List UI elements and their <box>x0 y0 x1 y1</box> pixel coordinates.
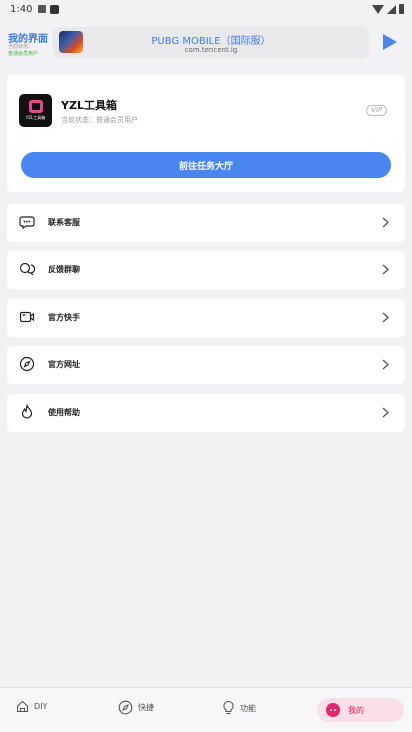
nav-shortcut-label: 快捷 <box>138 703 154 712</box>
battery-icon <box>399 4 404 14</box>
lightbulb-icon <box>223 700 234 715</box>
menu-label: 联系客服 <box>48 218 80 227</box>
mine-face-icon <box>326 703 340 717</box>
chevron-right-icon <box>382 407 389 418</box>
status-time: 1:40 <box>10 3 33 15</box>
signal-icon <box>387 4 396 14</box>
game-selector[interactable]: PUBG MOBILE（国际服） com.tencent.ig <box>53 27 369 58</box>
chevron-right-icon <box>382 217 389 228</box>
menu-item-official-website[interactable]: 官方网址 <box>7 346 405 384</box>
menu-item-help[interactable]: 使用帮助 <box>7 394 405 432</box>
vip-badge: VIP <box>366 105 388 116</box>
member-status: 普通会员用户 <box>8 51 39 57</box>
play-icon[interactable] <box>377 32 401 52</box>
nav-function-label: 功能 <box>240 703 256 713</box>
chat-bubble-icon <box>19 216 35 230</box>
wifi-icon <box>372 4 384 14</box>
app-notification-icon <box>50 4 60 14</box>
menu-item-feedback-group[interactable]: 反馈群聊 <box>7 251 405 289</box>
home-icon <box>16 700 29 713</box>
compass-nav-icon <box>118 700 133 715</box>
top-bar: 我的界面 当前状态 普通会员用户 PUBG MOBILE（国际服） com.te… <box>0 26 412 62</box>
app-status: 当前状态：普通会员用户 <box>61 116 138 124</box>
menu-item-contact-support[interactable]: 联系客服 <box>7 204 405 242</box>
page-subtitle: 当前状态 <box>8 44 29 50</box>
menu-label: 官方快手 <box>48 313 80 322</box>
app-name: YZL工具箱 <box>61 99 117 112</box>
flame-icon <box>21 404 33 419</box>
compass-icon <box>19 356 35 372</box>
menu-label: 官方网址 <box>48 360 80 369</box>
status-bar: 1:40 <box>0 0 412 18</box>
menu-item-official-kuaishou[interactable]: 官方快手 <box>7 299 405 337</box>
chevron-right-icon <box>382 264 389 275</box>
game-package: com.tencent.ig <box>184 46 238 54</box>
chevron-right-icon <box>382 359 389 370</box>
game-name: PUBG MOBILE（国际服） <box>151 36 271 47</box>
nav-function[interactable]: 功能 <box>222 700 256 716</box>
logo-mark-icon <box>28 100 43 113</box>
bottom-nav: DIY 快捷 功能 我的 <box>0 687 412 732</box>
logo-text: YZL工具箱 <box>25 115 46 120</box>
nav-diy[interactable]: DIY <box>16 700 47 713</box>
nav-diy-label: DIY <box>34 702 48 711</box>
menu-label: 使用帮助 <box>48 408 80 417</box>
nav-mine[interactable]: 我的 <box>317 698 404 722</box>
menu-label: 反馈群聊 <box>48 265 80 274</box>
chevron-right-icon <box>382 312 389 323</box>
profile-card: YZL工具箱 YZL工具箱 当前状态：普通会员用户 VIP 前往任务大厅 <box>7 75 405 192</box>
video-camera-icon <box>19 311 35 323</box>
app-logo: YZL工具箱 <box>19 94 52 127</box>
group-chat-icon <box>19 262 35 276</box>
nav-mine-label: 我的 <box>348 705 364 715</box>
nav-shortcut[interactable]: 快捷 <box>118 700 154 715</box>
status-indicators <box>372 4 404 14</box>
task-hall-button[interactable]: 前往任务大厅 <box>21 152 391 178</box>
notification-icon <box>38 5 47 13</box>
